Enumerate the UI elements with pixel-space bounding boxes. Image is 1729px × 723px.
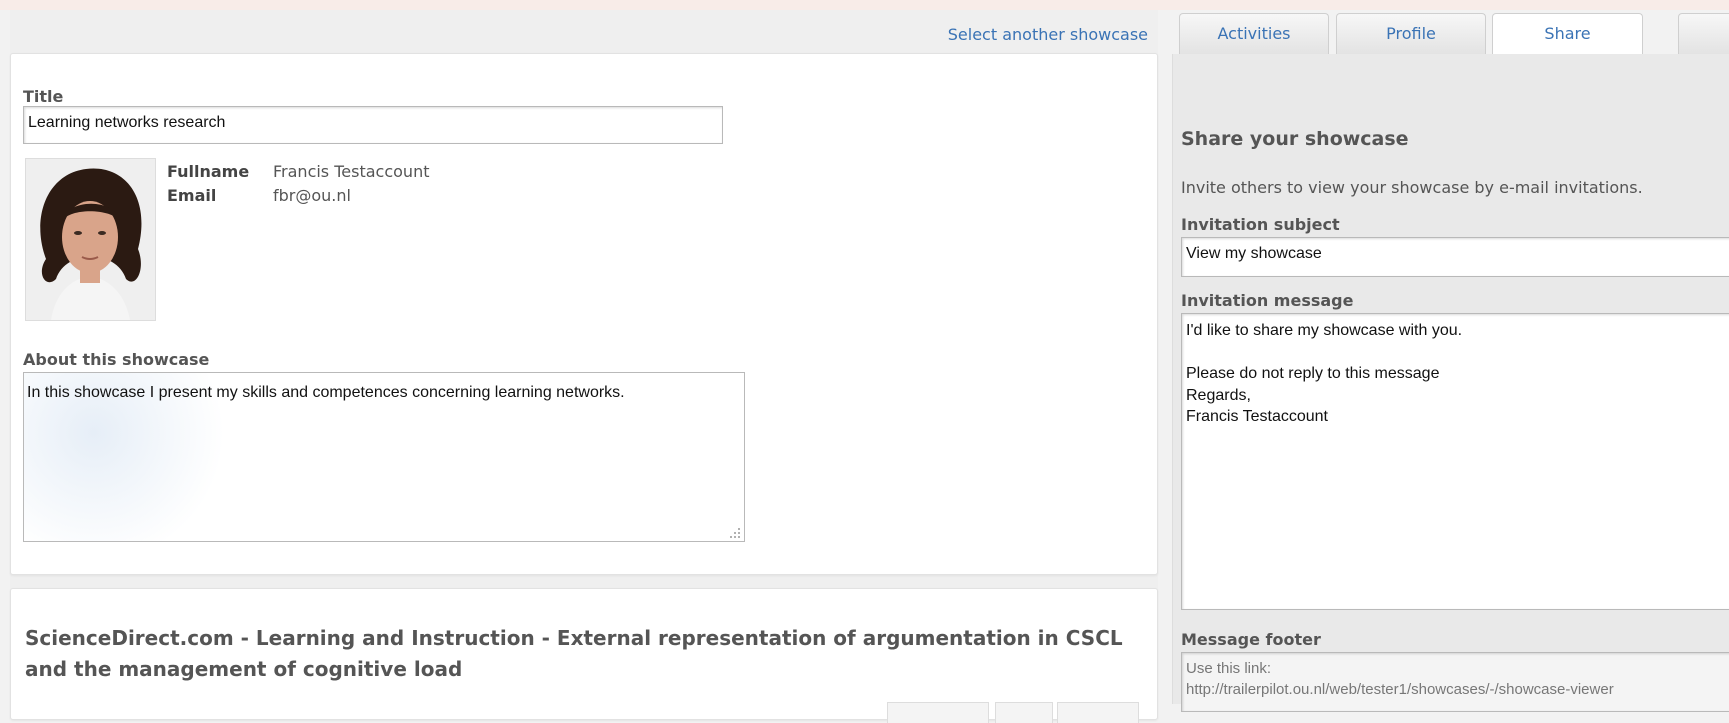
message-line: I'd like to share my showcase with you.: [1186, 322, 1463, 339]
fullname-value: Francis Testaccount: [273, 162, 430, 181]
top-strip: [0, 0, 1729, 10]
email-label: Email: [167, 186, 217, 205]
fullname-label: Fullname: [167, 162, 250, 181]
invitation-message-textarea[interactable]: I'd like to share my showcase with you. …: [1181, 313, 1729, 610]
title-input[interactable]: Learning networks research: [23, 106, 723, 144]
footer-line: Use this link:: [1186, 660, 1272, 677]
email-value: fbr@ou.nl: [273, 186, 351, 205]
message-line: [1186, 342, 1729, 364]
message-line: Please do not reply to this message: [1186, 365, 1440, 382]
tab-overflow[interactable]: [1678, 13, 1729, 54]
showcase-details-panel: Title Learning networks research Fullnam…: [10, 53, 1158, 575]
footer-link: http://trailerpilot.ou.nl/web/tester1/sh…: [1186, 681, 1614, 698]
sidebar: Activities Profile Share Share your show…: [1172, 10, 1729, 712]
title-label: Title: [23, 87, 64, 106]
invitation-message-label: Invitation message: [1181, 291, 1354, 310]
showcase-column: Select another showcase Title Learning n…: [10, 10, 1158, 723]
article-action-button-1[interactable]: [887, 702, 989, 723]
message-footer-field: Use this link: http://trailerpilot.ou.nl…: [1181, 652, 1729, 712]
portrait-image: [26, 159, 155, 320]
about-text: In this showcase I present my skills and…: [27, 384, 625, 401]
tab-share[interactable]: Share: [1492, 13, 1643, 56]
message-footer-label: Message footer: [1181, 630, 1321, 649]
tab-profile[interactable]: Profile: [1336, 13, 1486, 54]
resize-grip-icon[interactable]: [729, 526, 741, 538]
article-title[interactable]: ScienceDirect.com - Learning and Instruc…: [25, 623, 1125, 685]
article-action-button-2[interactable]: [995, 702, 1053, 723]
article-panel: ScienceDirect.com - Learning and Instruc…: [10, 588, 1158, 723]
share-panel: Share your showcase Invite others to vie…: [1172, 54, 1729, 712]
message-line: Regards,: [1186, 386, 1251, 404]
invitation-subject-label: Invitation subject: [1181, 215, 1340, 234]
about-textarea[interactable]: In this showcase I present my skills and…: [23, 372, 745, 542]
share-heading: Share your showcase: [1181, 128, 1409, 150]
tab-activities[interactable]: Activities: [1179, 13, 1329, 54]
share-description: Invite others to view your showcase by e…: [1181, 178, 1643, 197]
invitation-subject-input[interactable]: View my showcase: [1181, 237, 1729, 277]
tab-bar: Activities Profile Share: [1172, 10, 1729, 56]
message-line: Francis Testaccount: [1186, 408, 1328, 425]
about-label: About this showcase: [23, 350, 210, 369]
article-action-button-3[interactable]: [1057, 702, 1139, 723]
profile-photo: [25, 158, 156, 321]
select-another-showcase-link[interactable]: Select another showcase: [948, 25, 1148, 44]
